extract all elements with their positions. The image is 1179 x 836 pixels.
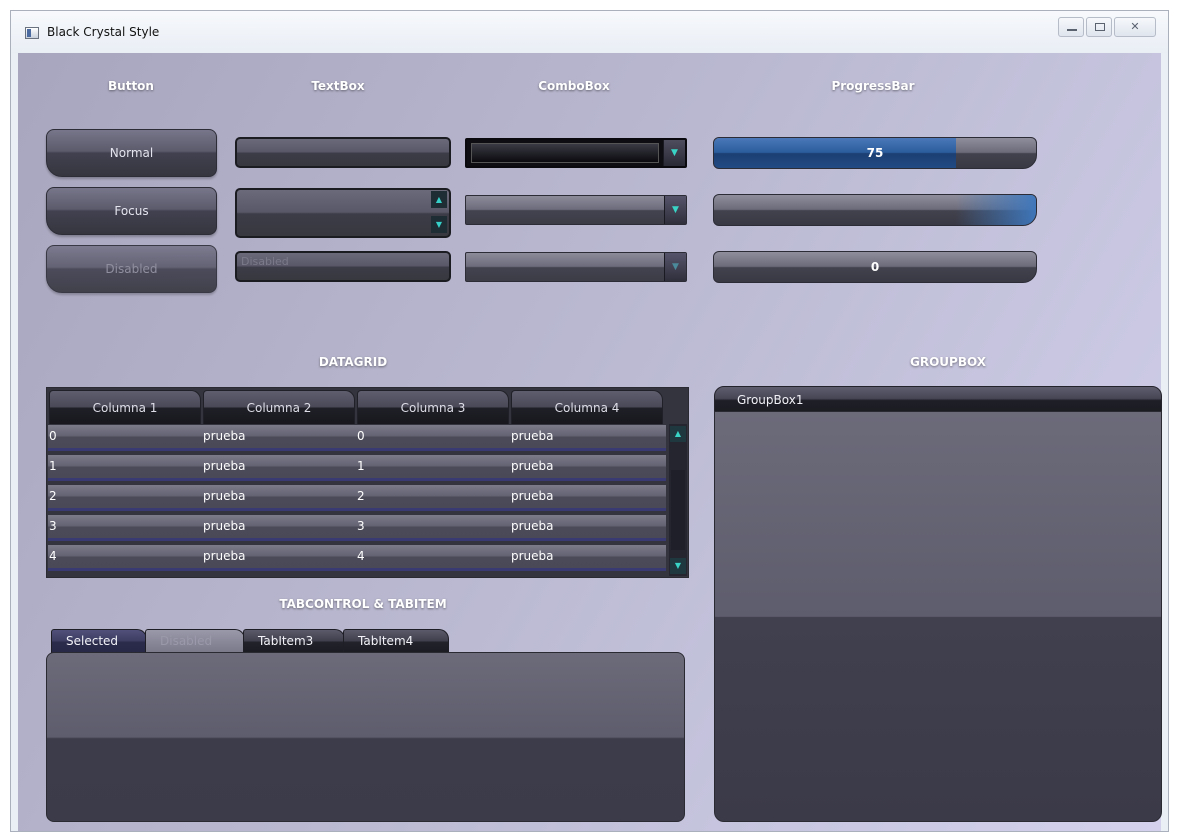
table-cell: 1 [49, 459, 57, 473]
table-cell: prueba [203, 549, 246, 563]
app-window: Black Crystal Style ✕ Button TextBox Com… [10, 10, 1169, 832]
column-header[interactable]: Columna 4 [511, 390, 663, 424]
close-button[interactable]: ✕ [1114, 17, 1156, 37]
tab-tabitem3[interactable]: TabItem3 [243, 629, 345, 653]
dropdown-arrow-icon[interactable]: ▼ [664, 196, 686, 224]
table-cell: prueba [511, 549, 554, 563]
header-textbox: TextBox [311, 79, 365, 93]
focus-button[interactable]: Focus [46, 187, 217, 235]
vertical-scrollbar[interactable]: ▲ ▼ [669, 424, 687, 576]
maximize-icon [1095, 23, 1105, 31]
caption-buttons: ✕ [1058, 17, 1156, 37]
table-cell: 3 [49, 519, 57, 533]
table-cell: 0 [49, 429, 57, 443]
progressbar-1-label: 75 [866, 146, 884, 160]
client-area: Button TextBox ComboBox ProgressBar Norm… [18, 53, 1162, 831]
scrollbar-thumb[interactable] [671, 470, 685, 550]
table-cell: 4 [49, 549, 57, 563]
table-cell: prueba [511, 519, 554, 533]
progressbar-1: 75 [713, 137, 1037, 169]
combobox-2[interactable]: ▼ [465, 195, 687, 225]
groupbox-header: GroupBox1 [714, 386, 1162, 412]
table-row[interactable]: 2 prueba 2 prueba [48, 485, 666, 511]
table-cell: 3 [357, 519, 365, 533]
close-icon: ✕ [1130, 20, 1140, 33]
app-icon [25, 27, 39, 39]
groupbox-label: GroupBox1 [737, 393, 804, 407]
scroll-up-icon[interactable]: ▲ [431, 191, 447, 208]
table-cell: 0 [357, 429, 365, 443]
datagrid[interactable]: Columna 1 Columna 2 Columna 3 Columna 4 … [46, 387, 689, 578]
column-header[interactable]: Columna 1 [49, 390, 201, 424]
groupbox-body [714, 411, 1162, 822]
minimize-button[interactable] [1058, 17, 1084, 37]
table-cell: prueba [511, 459, 554, 473]
table-cell: 2 [357, 489, 365, 503]
header-datagrid: DATAGRID [318, 355, 388, 369]
progressbar-3-label: 0 [870, 260, 880, 274]
tab-disabled: Disabled [145, 629, 245, 653]
column-header[interactable]: Columna 3 [357, 390, 509, 424]
dropdown-arrow-icon: ▼ [664, 253, 686, 281]
table-row[interactable]: 1 prueba 1 prueba [48, 455, 666, 481]
dropdown-arrow-icon[interactable]: ▼ [663, 140, 685, 166]
progressbar-3: 0 [713, 251, 1037, 283]
disabled-textbox-text: Disabled [241, 255, 289, 268]
table-row[interactable]: 4 prueba 4 prueba [48, 545, 666, 571]
normal-button[interactable]: Normal [46, 129, 217, 177]
combobox-1-field [471, 143, 659, 163]
tab-tabitem4[interactable]: TabItem4 [343, 629, 449, 653]
multiline-textbox[interactable]: ▲ ▼ [235, 188, 451, 238]
table-cell: prueba [203, 489, 246, 503]
table-cell: prueba [203, 519, 246, 533]
table-cell: prueba [511, 429, 554, 443]
title-bar: Black Crystal Style ✕ [11, 11, 1168, 53]
scroll-up-icon[interactable]: ▲ [670, 426, 686, 442]
table-row[interactable]: 0 prueba 0 prueba [48, 425, 666, 451]
table-cell: 1 [357, 459, 365, 473]
header-progressbar: ProgressBar [831, 79, 915, 93]
header-combobox: ComboBox [538, 79, 610, 93]
progressbar-2 [713, 194, 1037, 226]
table-cell: prueba [203, 459, 246, 473]
column-header[interactable]: Columna 2 [203, 390, 355, 424]
disabled-textbox: Disabled [235, 251, 451, 282]
table-row[interactable]: 3 prueba 3 prueba [48, 515, 666, 541]
header-tabcontrol: TABCONTROL & TABITEM [279, 597, 447, 611]
scroll-down-icon[interactable]: ▼ [670, 558, 686, 574]
table-cell: prueba [203, 429, 246, 443]
normal-textbox[interactable] [235, 137, 451, 168]
tab-panel [46, 652, 685, 822]
header-button: Button [108, 79, 154, 93]
combobox-disabled: ▼ [465, 252, 687, 282]
header-groupbox: GROUPBOX [909, 355, 986, 369]
combobox-1[interactable]: ▼ [465, 138, 687, 168]
table-cell: 2 [49, 489, 57, 503]
maximize-button[interactable] [1086, 17, 1112, 37]
tab-selected[interactable]: Selected [51, 629, 147, 653]
scroll-down-icon[interactable]: ▼ [431, 216, 447, 233]
table-cell: prueba [511, 489, 554, 503]
progressbar-2-indeterminate [956, 195, 1036, 225]
table-cell: 4 [357, 549, 365, 563]
disabled-button: Disabled [46, 245, 217, 293]
window-title: Black Crystal Style [47, 25, 160, 39]
minimize-icon [1067, 29, 1077, 31]
